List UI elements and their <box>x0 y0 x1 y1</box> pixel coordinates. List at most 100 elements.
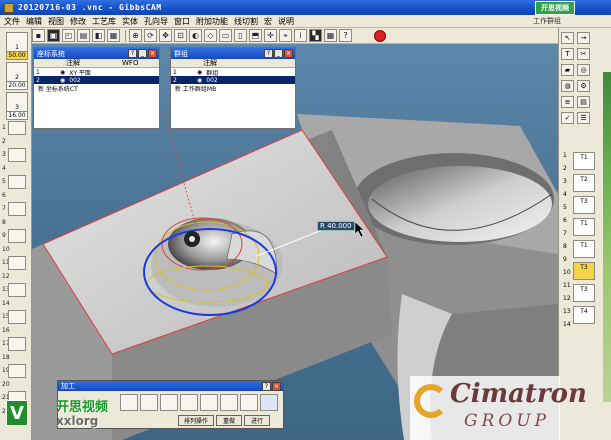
panel-close-icon[interactable]: × <box>272 382 281 391</box>
tools-icon[interactable]: T <box>561 48 574 60</box>
new-file-icon[interactable]: ▪ <box>32 29 45 42</box>
left-row-number: 18 <box>2 353 10 361</box>
check-icon[interactable]: ✓ <box>561 112 574 124</box>
arrow-icon[interactable]: → <box>577 32 590 44</box>
menu-wire-edm[interactable]: 线切割 <box>234 16 258 27</box>
wireframe-icon[interactable]: ◇ <box>204 29 217 42</box>
left-row-number: 6 <box>2 191 6 199</box>
redo-button[interactable]: 重做 <box>216 415 242 426</box>
left-slot-button[interactable] <box>8 283 26 297</box>
panel-help-icon[interactable]: ? <box>128 49 137 58</box>
stock-icon[interactable]: ▣ <box>47 29 60 42</box>
reorder-button[interactable]: 排列操作 <box>178 415 214 426</box>
pan-icon[interactable]: ✥ <box>159 29 172 42</box>
shade-icon[interactable]: ◐ <box>189 29 202 42</box>
zoom-icon[interactable]: ⊕ <box>129 29 142 42</box>
row-index: 2 <box>173 76 177 84</box>
coordinate-new-row[interactable]: 新 坐标系统CT <box>34 84 159 93</box>
process-thread-icon[interactable] <box>200 394 218 411</box>
solid-op-icon[interactable]: ▰ <box>561 64 574 76</box>
right-row-number: 13 <box>563 308 571 315</box>
top-view-icon[interactable]: ▭ <box>219 29 232 42</box>
info-icon[interactable]: i <box>294 29 307 42</box>
left-slot-button[interactable] <box>8 175 26 189</box>
menu-modify[interactable]: 修改 <box>70 16 86 27</box>
left-row-number: 12 <box>2 272 10 280</box>
rotate-icon[interactable]: ⟳ <box>144 29 157 42</box>
left-slot-button[interactable] <box>8 256 26 270</box>
right-tool-slot[interactable]: T4 <box>573 306 595 324</box>
view-icon[interactable]: ▤ <box>77 29 90 42</box>
menu-plugins[interactable]: 附加功能 <box>196 16 228 27</box>
left-slot-button[interactable] <box>8 337 26 351</box>
fit-icon[interactable]: ⊡ <box>174 29 187 42</box>
iso-view-icon[interactable]: ⬒ <box>249 29 262 42</box>
right-tool-slot[interactable]: T1 <box>573 240 595 258</box>
measure-icon[interactable]: ⌖ <box>279 29 292 42</box>
group-row[interactable]: 1 ◉ 群组 <box>171 68 295 77</box>
left-slot-button[interactable] <box>8 310 26 324</box>
panel-help-icon[interactable]: ? <box>264 49 273 58</box>
mill-icon[interactable]: ⚙ <box>577 80 590 92</box>
left-row-number: 9 <box>2 232 6 239</box>
panel-close-icon[interactable]: × <box>148 49 157 58</box>
process-drill-icon[interactable] <box>160 394 178 411</box>
right-tool-slot[interactable]: T3 <box>573 284 595 302</box>
menu-view[interactable]: 视图 <box>48 16 64 27</box>
tool-slot-3[interactable]: 3 16.00 <box>6 92 28 120</box>
left-slot-button[interactable] <box>8 202 26 216</box>
machine-icon[interactable]: ▦ <box>107 29 120 42</box>
render-icon[interactable]: ▚ <box>309 29 322 42</box>
layer-icon[interactable]: ≡ <box>561 96 574 108</box>
cut-icon[interactable]: ✂ <box>577 48 590 60</box>
left-slot-button[interactable] <box>8 364 26 378</box>
menu-file[interactable]: 文件 <box>4 16 20 27</box>
render-icon-r[interactable]: ◍ <box>561 80 574 92</box>
right-tool-slot[interactable]: T3 <box>573 196 595 214</box>
stop-icon[interactable] <box>374 29 386 42</box>
panel-help-icon[interactable]: ? <box>262 382 271 391</box>
panel-close-icon[interactable]: × <box>284 49 293 58</box>
tool-slot-2[interactable]: 2 20.00 <box>6 62 28 90</box>
part-icon[interactable]: ◰ <box>62 29 75 42</box>
menu-solid[interactable]: 实体 <box>122 16 138 27</box>
left-slot-button[interactable] <box>8 121 26 135</box>
list-icon[interactable]: ☰ <box>577 112 590 124</box>
left-slot-button[interactable] <box>8 229 26 243</box>
menu-window[interactable]: 窗口 <box>174 16 190 27</box>
panel-minimize-icon[interactable]: _ <box>138 49 147 58</box>
right-tool-slot[interactable]: T1 <box>573 218 595 236</box>
watermark-logo: V <box>6 400 28 426</box>
left-row-number: 1 <box>2 124 6 131</box>
run-button[interactable]: 进行 <box>244 415 270 426</box>
coordinate-icon[interactable]: ✛ <box>264 29 277 42</box>
process-face-icon[interactable] <box>180 394 198 411</box>
right-tool-slot[interactable]: T3 <box>573 262 595 280</box>
menu-macro[interactable]: 宏 <box>264 16 272 27</box>
sim-icon[interactable]: ◎ <box>577 64 590 76</box>
tool-slot-1[interactable]: 1 50.00 <box>6 32 28 60</box>
process-surface-icon[interactable] <box>220 394 238 411</box>
menu-edit[interactable]: 编辑 <box>26 16 42 27</box>
right-tool-slot[interactable]: T2 <box>573 174 595 192</box>
menu-help[interactable]: 说明 <box>278 16 294 27</box>
doc-icon[interactable]: ▤ <box>577 96 590 108</box>
row-eye-icon: ◉ <box>60 68 66 76</box>
solid-icon[interactable]: ◧ <box>92 29 105 42</box>
right-tool-slot[interactable]: T1 <box>573 152 595 170</box>
coordinate-row[interactable]: 1 ◉ XY 平面 <box>34 68 159 77</box>
tool-marker-center <box>189 236 195 242</box>
select-icon[interactable]: ↖ <box>561 32 574 44</box>
process-v-icon[interactable] <box>260 394 278 411</box>
panel-minimize-icon[interactable]: _ <box>274 49 283 58</box>
help-icon[interactable]: ? <box>339 29 352 42</box>
process-edit-icon[interactable] <box>240 394 258 411</box>
grid-icon[interactable]: ▦ <box>324 29 337 42</box>
left-slot-button[interactable] <box>8 148 26 162</box>
right-row-number: 9 <box>563 256 567 263</box>
group-new-row[interactable]: 新 工作群组MB <box>171 84 295 93</box>
menu-process-lib[interactable]: 工艺库 <box>92 16 116 27</box>
front-view-icon[interactable]: ▯ <box>234 29 247 42</box>
menu-hole-wizard[interactable]: 孔向导 <box>144 16 168 27</box>
process-pocket-icon[interactable] <box>140 394 158 411</box>
